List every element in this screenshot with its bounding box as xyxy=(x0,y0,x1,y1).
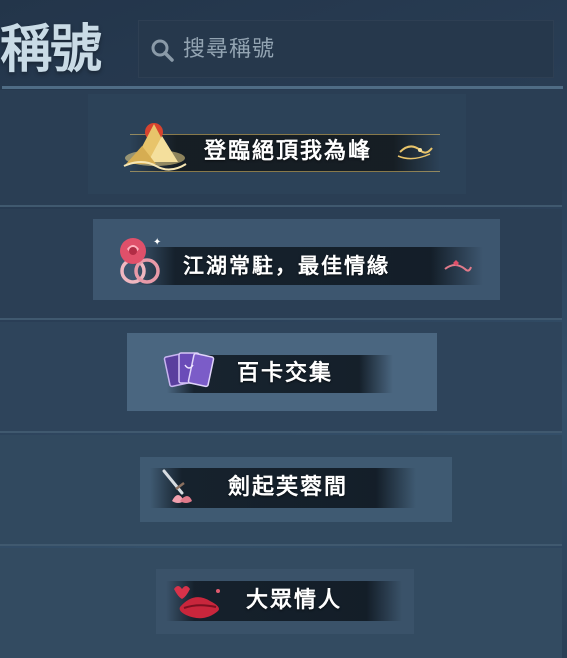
title-label: 劍起芙蓉間 xyxy=(228,475,349,500)
pink-heart-swirl-icon xyxy=(444,260,472,272)
title-row: ✦ 江湖常駐，最佳情緣 xyxy=(0,209,562,320)
purple-cards-icon xyxy=(163,352,215,388)
title-label: 百卡交集 xyxy=(237,361,334,386)
header-divider xyxy=(2,86,563,89)
title-card[interactable]: 劍起芙蓉間 xyxy=(140,457,452,522)
title-row: 大眾情人 xyxy=(0,548,562,658)
svg-text:✦: ✦ xyxy=(153,237,161,248)
search-placeholder: 搜尋稱號 xyxy=(183,37,276,62)
title-card[interactable]: ✦ 江湖常駐，最佳情緣 xyxy=(93,219,500,300)
title-label: 登臨絕頂我為峰 xyxy=(204,139,373,164)
title-row: 登臨絕頂我為峰 xyxy=(0,90,562,207)
title-label: 大眾情人 xyxy=(246,588,343,613)
title-row: 百卡交集 xyxy=(0,322,562,433)
title-label: 江湖常駐，最佳情緣 xyxy=(183,254,390,278)
title-row: 劍起芙蓉間 xyxy=(0,435,562,546)
search-input[interactable]: 搜尋稱號 xyxy=(138,20,554,78)
rose-rings-icon: ✦ xyxy=(120,237,161,284)
page-title: 稱號 xyxy=(0,19,102,80)
sword-lotus-icon xyxy=(162,469,192,503)
title-card[interactable]: 登臨絕頂我為峰 xyxy=(88,94,466,194)
title-card[interactable]: 百卡交集 xyxy=(127,333,437,411)
title-card[interactable]: 大眾情人 xyxy=(156,569,414,634)
search-icon xyxy=(151,39,174,62)
gold-swirl-icon xyxy=(397,145,433,160)
golden-mountain-icon xyxy=(123,123,187,171)
red-lips-icon xyxy=(174,586,220,619)
